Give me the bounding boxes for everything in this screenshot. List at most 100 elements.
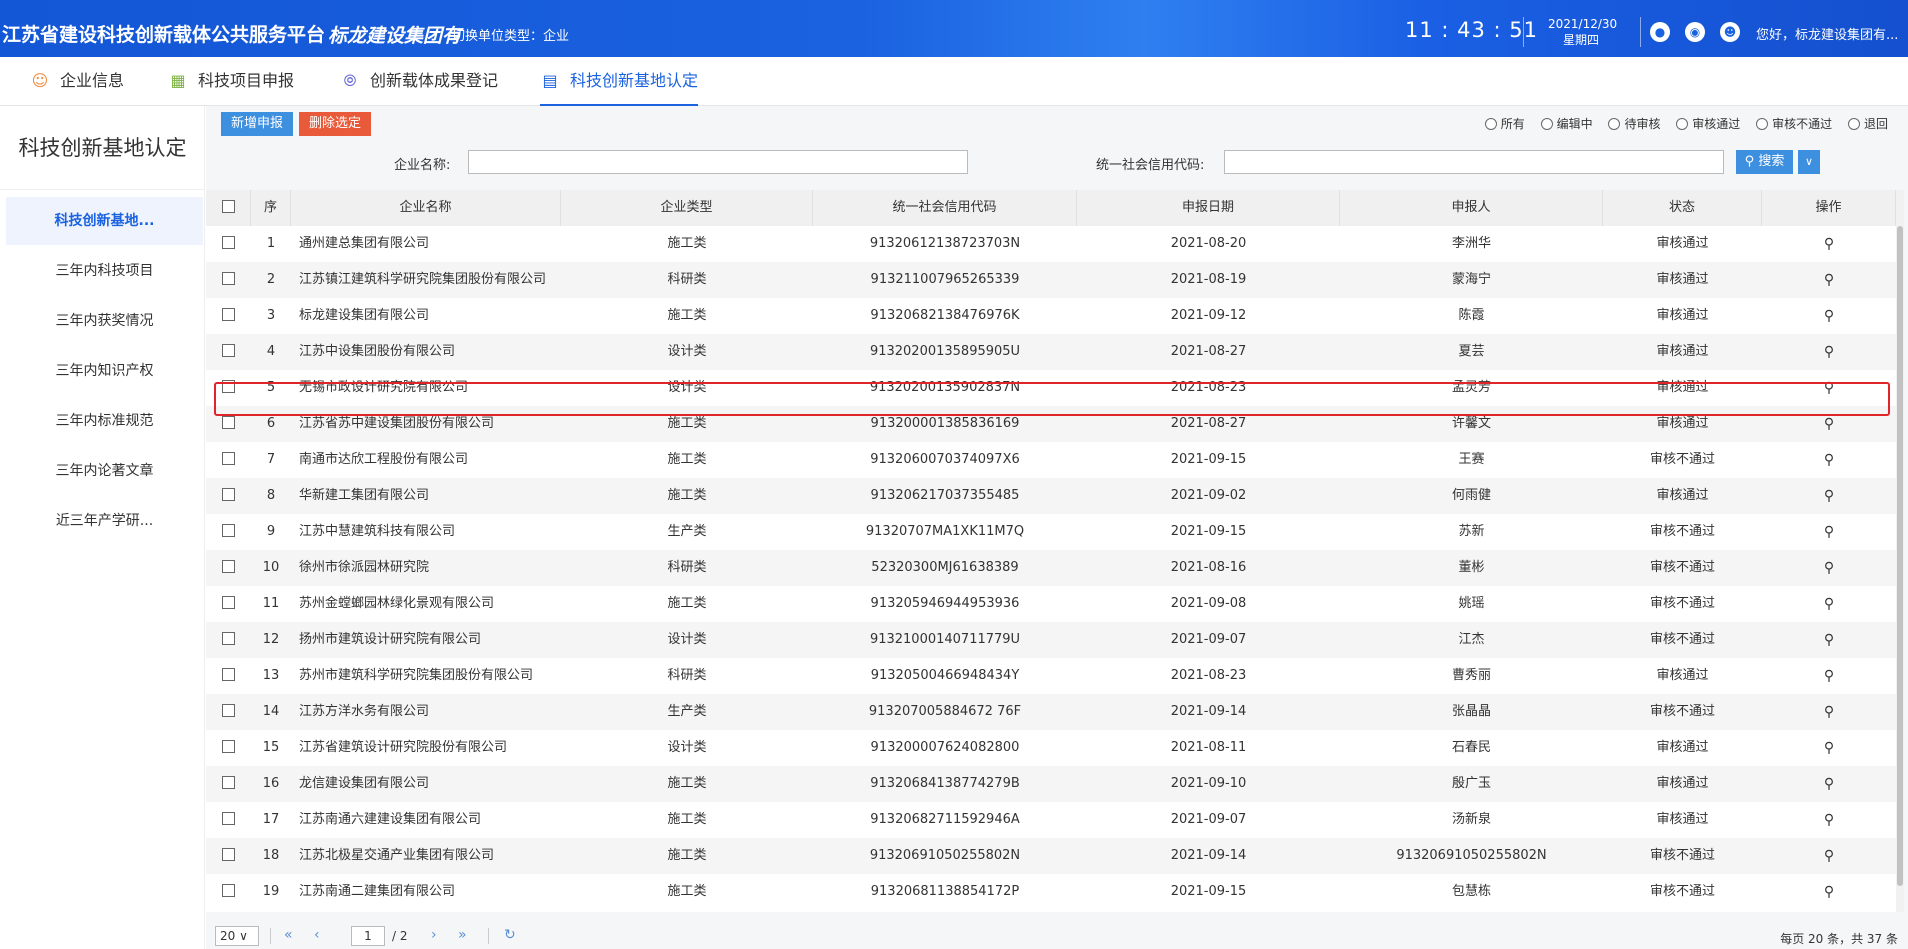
search-button[interactable]: ⚲ 搜索 (1736, 150, 1793, 174)
table-row[interactable]: 13 苏州市建筑科学研究院集团股份有限公司 科研类 91320500466948434… (206, 658, 1896, 694)
nav-item-company-info[interactable]: ☺ 企业信息 (30, 57, 124, 106)
sidebar-item-base[interactable]: 科技创新基地... (6, 197, 203, 245)
search-icon[interactable]: ⚲ (1762, 478, 1896, 514)
search-icon[interactable]: ⚲ (1762, 874, 1896, 910)
table-row[interactable]: 10 徐州市徐派园林研究院 科研类 52320300MJ61638389 2021-08… (206, 550, 1896, 586)
table-row[interactable]: 18 江苏北极星交通产业集团有限公司 施工类 91320691050255802N 20… (206, 838, 1896, 874)
delete-selected-button[interactable]: 删除选定 (299, 112, 372, 136)
add-application-button[interactable]: 新增申报 (221, 112, 294, 136)
table-row[interactable]: 12 扬州市建筑设计研究院有限公司 设计类 91321000140711779U 202… (206, 622, 1896, 658)
chevron-down-icon[interactable]: ∨ (1798, 150, 1820, 174)
table-row[interactable]: 4 江苏中设集团股份有限公司 设计类 91320200135895905U 2021-0… (206, 334, 1896, 370)
search-icon[interactable]: ⚲ (1762, 730, 1896, 766)
scrollbar-thumb[interactable] (1897, 226, 1903, 886)
sidebar-item-papers[interactable]: 三年内论著文章 (6, 447, 203, 495)
nav-item-project-apply[interactable]: ▦ 科技项目申报 (168, 57, 294, 106)
row-checkbox[interactable] (206, 514, 251, 550)
row-checkbox[interactable] (206, 478, 251, 514)
row-checkbox[interactable] (206, 802, 251, 838)
page-number-input[interactable]: 1 (351, 926, 385, 946)
header-name[interactable]: 企业名称 (291, 190, 561, 226)
page-size-select[interactable]: 20 ∨ (215, 926, 259, 946)
table-row[interactable]: 5 无锡市政设计研究院有限公司 设计类 91320200135902837N 2021-… (206, 370, 1896, 406)
header-code[interactable]: 统一社会信用代码 (813, 190, 1077, 226)
sidebar-item-ip[interactable]: 三年内知识产权 (6, 347, 203, 395)
header-status[interactable]: 状态 (1603, 190, 1762, 226)
search-icon[interactable]: ⚲ (1762, 838, 1896, 874)
table-row[interactable]: 7 南通市达欣工程股份有限公司 施工类 9132060070374097X6 2021-… (206, 442, 1896, 478)
select-all-checkbox[interactable] (206, 190, 251, 226)
row-checkbox[interactable] (206, 550, 251, 586)
switch-unit-type[interactable]: 切换单位类型：企业 (452, 25, 569, 44)
search-icon[interactable]: ⚲ (1762, 622, 1896, 658)
search-icon[interactable]: ⚲ (1762, 658, 1896, 694)
search-icon[interactable]: ⚲ (1762, 226, 1896, 262)
prev-page-icon[interactable]: ‹ (314, 927, 320, 943)
table-row[interactable]: 6 江苏省苏中建设集团股份有限公司 施工类 913200001385836169 202… (206, 406, 1896, 442)
table-row[interactable]: 14 江苏方洋水务有限公司 生产类 913207005884672 76F 2021-0… (206, 694, 1896, 730)
search-icon[interactable]: ⚲ (1762, 262, 1896, 298)
user-icon[interactable]: ☻ (1720, 22, 1740, 42)
row-checkbox[interactable] (206, 874, 251, 910)
sidebar-item-awards[interactable]: 三年内获奖情况 (6, 297, 203, 345)
bell-icon[interactable]: ● (1650, 22, 1670, 42)
row-checkbox[interactable] (206, 406, 251, 442)
company-name-input[interactable] (468, 150, 968, 174)
nav-item-base-certify[interactable]: ▤ 科技创新基地认定 (540, 57, 699, 107)
sidebar-item-industry-research[interactable]: 近三年产学研... (6, 497, 203, 545)
row-checkbox[interactable] (206, 658, 251, 694)
table-row[interactable]: 15 江苏省建筑设计研究院股份有限公司 设计类 913200007624082800 2… (206, 730, 1896, 766)
sidebar-item-projects[interactable]: 三年内科技项目 (6, 247, 203, 295)
table-row[interactable]: 17 江苏南通六建建设集团有限公司 施工类 91320682711592946A 202… (206, 802, 1896, 838)
search-icon[interactable]: ⚲ (1762, 802, 1896, 838)
search-icon[interactable]: ⚲ (1762, 406, 1896, 442)
table-row[interactable]: 2 江苏镇江建筑科学研究院集团股份有限公司 科研类 91321100796526533… (206, 262, 1896, 298)
table-row[interactable]: 11 苏州金螳螂园林绿化景观有限公司 施工类 913205946944953936 20… (206, 586, 1896, 622)
refresh-icon[interactable]: ↻ (504, 927, 516, 943)
last-page-icon[interactable]: » (458, 927, 467, 943)
filter-rejected[interactable]: 审核不通过 (1756, 115, 1832, 132)
filter-approved[interactable]: 审核通过 (1676, 115, 1740, 132)
table-row[interactable]: 1 通州建总集团有限公司 施工类 91320612138723703N 2021-08-… (206, 226, 1896, 262)
nav-item-achievement-register[interactable]: ⦾ 创新载体成果登记 (340, 57, 498, 106)
credit-code-input[interactable] (1224, 150, 1724, 174)
search-icon[interactable]: ⚲ (1762, 514, 1896, 550)
row-checkbox[interactable] (206, 622, 251, 658)
header-date[interactable]: 申报日期 (1077, 190, 1340, 226)
row-checkbox[interactable] (206, 586, 251, 622)
search-icon[interactable]: ⚲ (1762, 586, 1896, 622)
search-icon[interactable]: ⚲ (1762, 694, 1896, 730)
search-icon[interactable]: ⚲ (1762, 370, 1896, 406)
next-page-icon[interactable]: › (431, 927, 437, 943)
filter-pending[interactable]: 待审核 (1608, 115, 1660, 132)
header-applicant[interactable]: 申报人 (1340, 190, 1603, 226)
row-checkbox[interactable] (206, 226, 251, 262)
header-type[interactable]: 企业类型 (561, 190, 813, 226)
table-row[interactable]: 16 龙信建设集团有限公司 施工类 91320684138774279B 2021-09… (206, 766, 1896, 802)
filter-returned[interactable]: 退回 (1847, 115, 1888, 132)
row-checkbox[interactable] (206, 262, 251, 298)
row-checkbox[interactable] (206, 442, 251, 478)
search-icon[interactable]: ⚲ (1762, 298, 1896, 334)
table-row[interactable]: 8 华新建工集团有限公司 施工类 913206217037355485 2021-09-… (206, 478, 1896, 514)
filter-all[interactable]: 所有 (1484, 115, 1525, 132)
search-icon[interactable]: ⚲ (1762, 334, 1896, 370)
search-icon[interactable]: ⚲ (1762, 442, 1896, 478)
first-page-icon[interactable]: « (284, 927, 293, 943)
row-checkbox[interactable] (206, 334, 251, 370)
row-checkbox[interactable] (206, 730, 251, 766)
user-greeting[interactable]: 您好，标龙建设集团有... (1756, 24, 1898, 43)
filter-editing[interactable]: 编辑中 (1540, 115, 1593, 132)
chat-icon[interactable]: ◉ (1685, 22, 1705, 42)
sidebar-item-standards[interactable]: 三年内标准规范 (6, 397, 203, 445)
table-row[interactable]: 19 江苏南通二建集团有限公司 施工类 91320681138854172P 2021-… (206, 874, 1896, 910)
table-row[interactable]: 3 标龙建设集团有限公司 施工类 91320682138476976K 2021-09-… (206, 298, 1896, 334)
search-icon[interactable]: ⚲ (1762, 550, 1896, 586)
row-checkbox[interactable] (206, 298, 251, 334)
row-checkbox[interactable] (206, 694, 251, 730)
row-checkbox[interactable] (206, 370, 251, 406)
search-icon[interactable]: ⚲ (1762, 766, 1896, 802)
table-row[interactable]: 9 江苏中慧建筑科技有限公司 生产类 91320707MA1XK11M7Q 2021-0… (206, 514, 1896, 550)
row-checkbox[interactable] (206, 766, 251, 802)
row-checkbox[interactable] (206, 838, 251, 874)
